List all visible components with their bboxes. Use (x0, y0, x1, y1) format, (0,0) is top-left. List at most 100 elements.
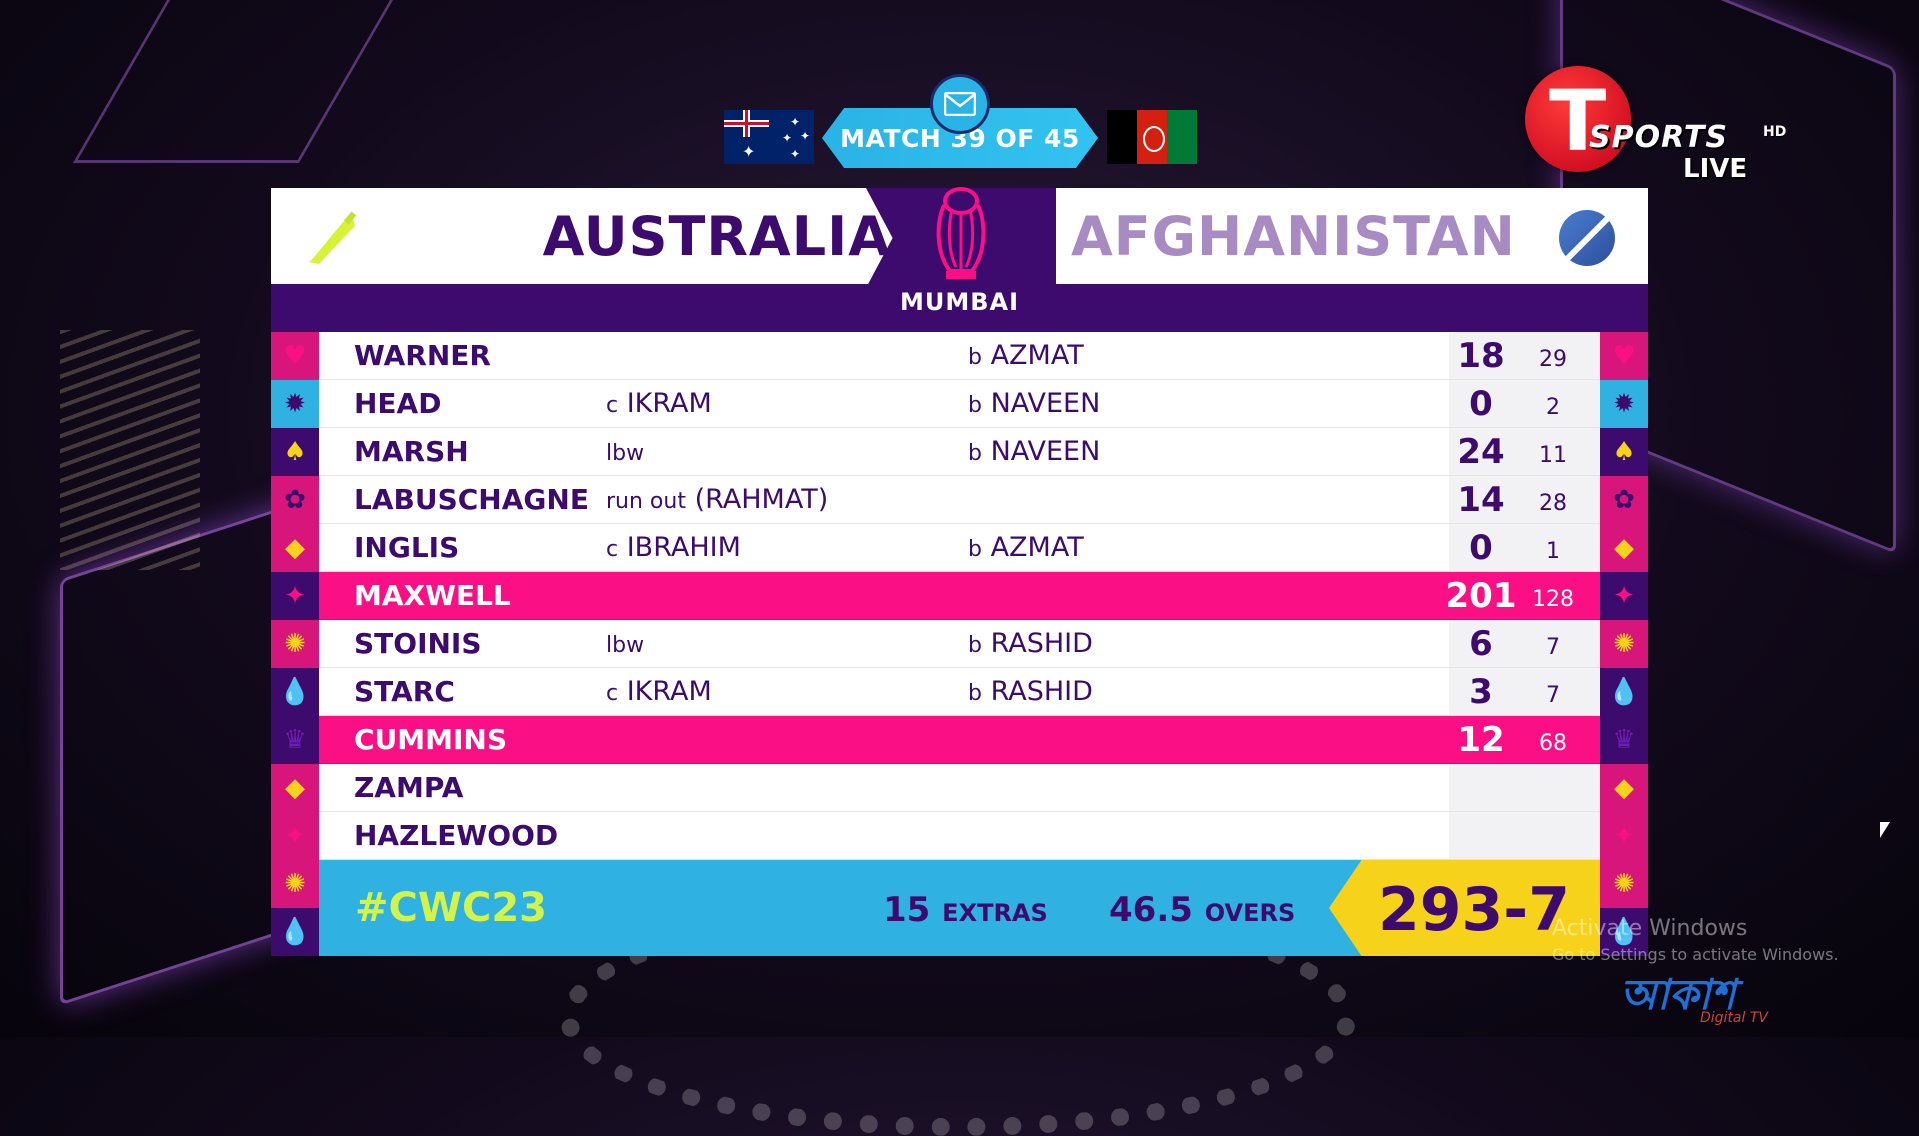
overs: 46.5 OVERS (1109, 860, 1295, 956)
tsports-logo-circle: T (1525, 66, 1631, 172)
dismissal-type: c (606, 681, 619, 706)
bowled-by: b (968, 393, 982, 418)
balls: 28 (1539, 491, 1567, 516)
batter-row: ✦ MAXWELL 201 128 ✦ (271, 572, 1648, 620)
hd-badge: HD (1763, 124, 1787, 140)
crown-icon: ♛ (271, 716, 319, 764)
afghanistan-flag-icon (1107, 110, 1197, 164)
batter-row-body (319, 572, 1600, 620)
balls: 29 (1539, 347, 1567, 372)
batter-row: ◆ ZAMPA ◆ (271, 764, 1648, 812)
bowled-by: b (968, 681, 982, 706)
flag-star: ✦ (790, 147, 801, 161)
australia-flag-icon: ✦ ✦ ✦ ✦ ✦ (724, 110, 814, 164)
star-icon: ✦ (271, 812, 319, 860)
cricket-ball-icon (1559, 210, 1615, 266)
overs-value: 46.5 (1109, 890, 1193, 930)
bowled-by: b (968, 633, 982, 658)
batting-team: AUSTRALIA (271, 188, 891, 284)
dismissal-type: lbw (606, 633, 645, 658)
batter-name: MAXWELL (354, 579, 511, 612)
runs: 0 (1469, 528, 1493, 568)
runs: 14 (1457, 480, 1505, 520)
batter-row-body (319, 380, 1600, 428)
batter-row-body (319, 428, 1600, 476)
batter-row: ♠ MARSH lbw b NAVEEN 24 11 ♠ (271, 428, 1648, 476)
balls (1527, 768, 1579, 815)
runs: 12 (1457, 720, 1505, 760)
bowler: b RASHID (968, 668, 1093, 715)
world-cup-trophy-icon (911, 178, 1011, 288)
sun-icon: ✹ (1600, 380, 1648, 428)
batter-row-body (319, 764, 1600, 812)
drop-icon: 💧 (271, 668, 319, 716)
bowler-name: RASHID (990, 676, 1093, 707)
fielder: IBRAHIM (626, 532, 741, 563)
hashtag: #CWC23 (355, 885, 548, 931)
balls (1527, 816, 1579, 863)
diamond-icon: ◆ (271, 524, 319, 572)
bell-icon: ♠ (1600, 428, 1648, 476)
mouse-cursor-icon (1880, 822, 1890, 838)
sunburst-icon: ✺ (1600, 860, 1648, 908)
flag-star: ✦ (800, 129, 811, 143)
bowler-name: NAVEEN (990, 436, 1101, 467)
fielder: IKRAM (626, 388, 712, 419)
star-icon: ✦ (1600, 812, 1648, 860)
diamond-icon: ◆ (1600, 524, 1648, 572)
runs: 3 (1469, 672, 1493, 712)
bowling-team-name: AFGHANISTAN (1071, 204, 1516, 268)
batter-name: LABUSCHAGNE (354, 483, 589, 516)
bowled-by: b (968, 441, 982, 466)
akash-logo-sub: Digital TV (1700, 1010, 1768, 1026)
background-glow-frame (72, 0, 394, 163)
tsports-logo: T SPORTS HD LIVE (1525, 66, 1795, 186)
bowled-by: b (968, 537, 982, 562)
lotus-icon: ♥ (1600, 332, 1648, 380)
scorecard: AUSTRALIA AFGHANISTAN MUMBAI ♥ WARNER b A… (271, 187, 1648, 956)
star-icon: ✦ (1600, 572, 1648, 620)
batter-row-body (319, 620, 1600, 668)
flag-star: ✦ (742, 142, 756, 161)
dismissal: c IKRAM (606, 668, 712, 715)
flag-star: ✦ (782, 131, 793, 145)
batter-name: CUMMINS (354, 723, 508, 756)
batter-row: ✿ LABUSCHAGNE run out (RAHMAT) 14 28 ✿ (271, 476, 1648, 524)
batter-name: INGLIS (354, 531, 460, 564)
star-icon: ✦ (271, 572, 319, 620)
runs: 0 (1469, 384, 1493, 424)
bowler-name: AZMAT (990, 532, 1084, 563)
bowler: b AZMAT (968, 332, 1084, 379)
union-jack (724, 110, 769, 137)
tsports-logo-word: SPORTS (1589, 120, 1728, 155)
bowler: b RASHID (968, 620, 1093, 667)
balls: 68 (1539, 731, 1567, 756)
bowler: b AZMAT (968, 524, 1084, 571)
sunburst-icon: ✺ (1600, 620, 1648, 668)
batter-row-body (319, 668, 1600, 716)
dismissal: c IBRAHIM (606, 524, 741, 571)
flower-icon: ✿ (271, 476, 319, 524)
runs: 201 (1445, 576, 1517, 616)
batter-row: ✹ HEAD c IKRAM b NAVEEN 0 2 ✹ (271, 380, 1648, 428)
live-badge: LIVE (1683, 154, 1748, 184)
dismissal-type: run out (606, 489, 686, 514)
dismissal-type: lbw (606, 441, 645, 466)
activate-title: Activate Windows (1552, 916, 1748, 941)
batting-team-name: AUSTRALIA (542, 204, 891, 268)
balls: 11 (1539, 443, 1567, 468)
batter-name: WARNER (354, 339, 491, 372)
dismissal: run out (RAHMAT) (606, 476, 828, 523)
flower-icon: ✿ (1600, 476, 1648, 524)
drop-icon: 💧 (1600, 668, 1648, 716)
venue-label: MUMBAI (899, 288, 1020, 316)
dismissal-type: c (606, 393, 619, 418)
bell-icon: ♠ (271, 428, 319, 476)
extras-value: 15 (883, 890, 931, 930)
sunburst-icon: ✺ (271, 860, 319, 908)
batter-name: STARC (354, 675, 455, 708)
batter-row: ◆ INGLIS c IBRAHIM b AZMAT 0 1 ◆ (271, 524, 1648, 572)
batter-row: ✺ STOINIS lbw b RASHID 6 7 ✺ (271, 620, 1648, 668)
flag-star: ✦ (790, 115, 801, 129)
stadium-lights (60, 330, 200, 570)
